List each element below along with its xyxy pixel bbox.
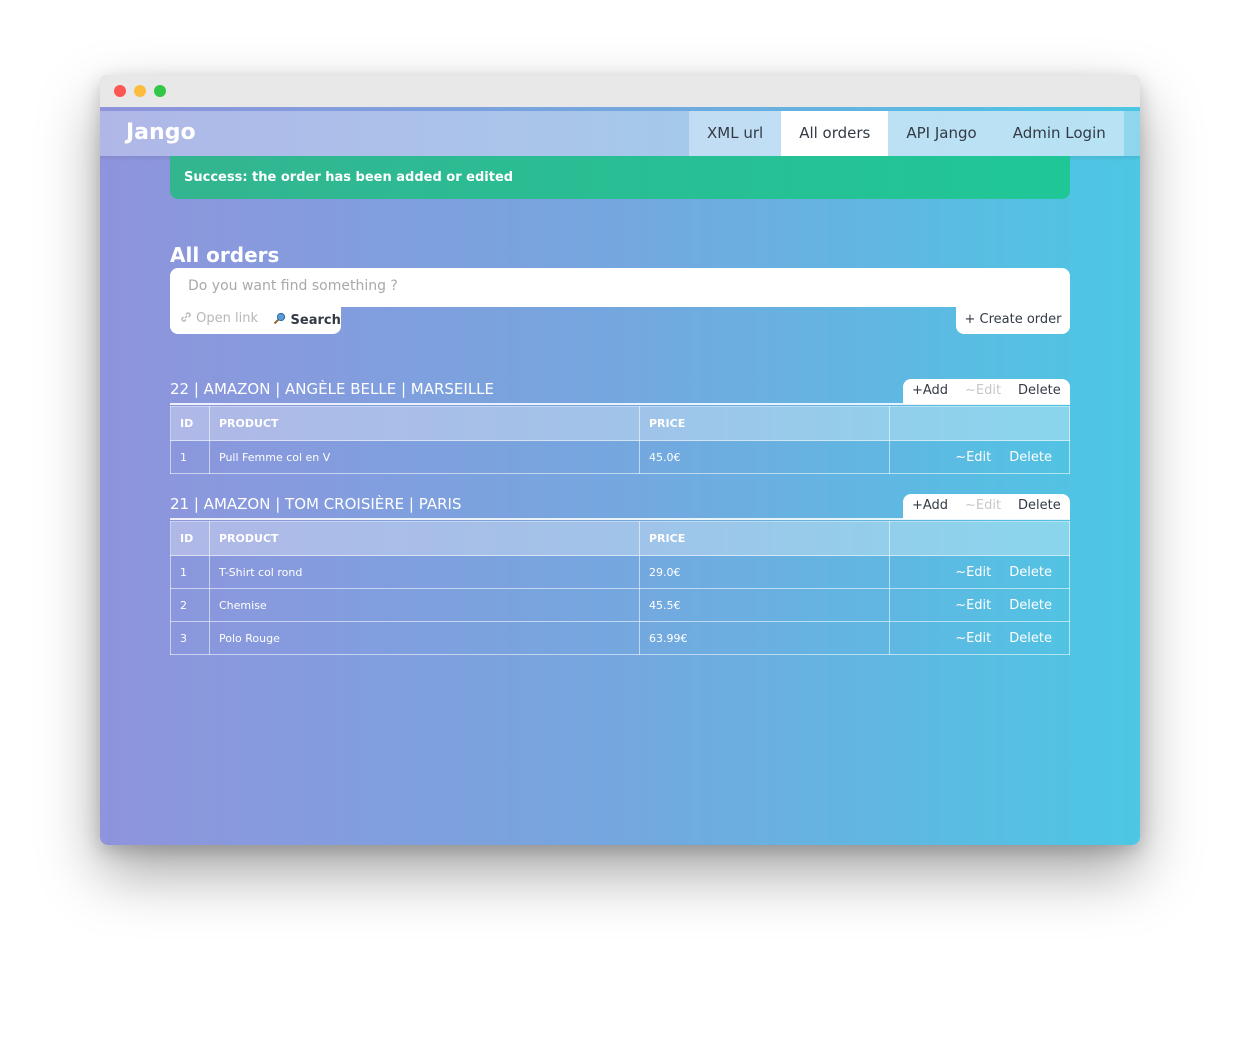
close-window-button[interactable]: [114, 85, 126, 97]
table-row: 1 T-Shirt col rond 29.0€ ~Edit Delete: [170, 555, 1070, 589]
column-header-price: PRICE: [639, 406, 890, 441]
nav-tabs: XML url All orders API Jango Admin Login: [689, 111, 1124, 156]
table-row: 2 Chemise 45.5€ ~Edit Delete: [170, 588, 1070, 622]
column-header-product: PRODUCT: [209, 406, 640, 441]
edit-item-button[interactable]: ~Edit: [955, 450, 991, 465]
browser-window: Jango XML url All orders API Jango Admin…: [100, 75, 1140, 845]
search-label: Search: [290, 313, 341, 328]
delete-item-button[interactable]: Delete: [1009, 450, 1052, 465]
delete-item-button[interactable]: Delete: [1009, 565, 1052, 580]
item-product: Chemise: [209, 588, 640, 622]
add-item-button[interactable]: +Add: [912, 383, 948, 398]
magnifier-icon: [273, 312, 286, 325]
window-titlebar: [100, 75, 1140, 107]
item-id: 1: [170, 440, 210, 474]
table-header-row: ID PRODUCT PRICE: [170, 521, 1070, 556]
search-button[interactable]: Search: [273, 312, 341, 328]
item-price: 29.0€: [639, 555, 890, 589]
brand-logo[interactable]: Jango: [126, 120, 196, 145]
item-actions: ~Edit Delete: [889, 555, 1070, 589]
table-row: 1 Pull Femme col en V 45.0€ ~Edit Delete: [170, 440, 1070, 474]
item-actions: ~Edit Delete: [889, 621, 1070, 655]
order-actions: +Add ~Edit Delete: [903, 494, 1070, 519]
order-items-table: ID PRODUCT PRICE 1 T-Shirt col rond 29.0…: [170, 521, 1070, 655]
search-box: [170, 268, 1070, 307]
item-id: 1: [170, 555, 210, 589]
create-order-button[interactable]: + Create order: [956, 307, 1070, 334]
edit-item-button[interactable]: ~Edit: [955, 598, 991, 613]
maximize-window-button[interactable]: [154, 85, 166, 97]
tab-api-jango[interactable]: API Jango: [888, 111, 995, 156]
delete-order-button[interactable]: Delete: [1018, 498, 1061, 513]
column-header-id: ID: [170, 406, 210, 441]
navbar: Jango XML url All orders API Jango Admin…: [100, 111, 1140, 156]
edit-order-button[interactable]: ~Edit: [965, 383, 1001, 398]
page-title: All orders: [170, 243, 280, 267]
column-header-actions: [889, 521, 1070, 556]
table-row: 3 Polo Rouge 63.99€ ~Edit Delete: [170, 621, 1070, 655]
search-actions: Open link Search: [170, 307, 341, 334]
edit-item-button[interactable]: ~Edit: [955, 565, 991, 580]
open-link-label: Open link: [196, 311, 258, 326]
column-header-price: PRICE: [639, 521, 890, 556]
edit-order-button[interactable]: ~Edit: [965, 498, 1001, 513]
item-actions: ~Edit Delete: [889, 588, 1070, 622]
add-item-button[interactable]: +Add: [912, 498, 948, 513]
item-id: 3: [170, 621, 210, 655]
link-icon: [181, 312, 191, 322]
column-header-actions: [889, 406, 1070, 441]
success-alert: Success: the order has been added or edi…: [170, 156, 1070, 199]
order-title: 21 | AMAZON | TOM CROISIÈRE | PARIS: [170, 495, 462, 513]
item-actions: ~Edit Delete: [889, 440, 1070, 474]
open-link-button[interactable]: Open link: [180, 311, 258, 326]
alert-message: Success: the order has been added or edi…: [184, 170, 514, 185]
delete-item-button[interactable]: Delete: [1009, 598, 1052, 613]
order-actions: +Add ~Edit Delete: [903, 379, 1070, 404]
item-id: 2: [170, 588, 210, 622]
delete-order-button[interactable]: Delete: [1018, 383, 1061, 398]
item-product: Polo Rouge: [209, 621, 640, 655]
column-header-product: PRODUCT: [209, 521, 640, 556]
item-price: 45.5€: [639, 588, 890, 622]
order-title: 22 | AMAZON | ANGÈLE BELLE | MARSEILLE: [170, 380, 495, 398]
item-price: 63.99€: [639, 621, 890, 655]
item-product: T-Shirt col rond: [209, 555, 640, 589]
tab-admin-login[interactable]: Admin Login: [994, 111, 1124, 156]
table-header-row: ID PRODUCT PRICE: [170, 406, 1070, 441]
tab-all-orders[interactable]: All orders: [781, 111, 889, 156]
minimize-window-button[interactable]: [134, 85, 146, 97]
delete-item-button[interactable]: Delete: [1009, 631, 1052, 646]
item-product: Pull Femme col en V: [209, 440, 640, 474]
item-price: 45.0€: [639, 440, 890, 474]
tab-xml-url[interactable]: XML url: [689, 111, 782, 156]
search-input[interactable]: [188, 278, 1048, 294]
edit-item-button[interactable]: ~Edit: [955, 631, 991, 646]
column-header-id: ID: [170, 521, 210, 556]
order-items-table: ID PRODUCT PRICE 1 Pull Femme col en V 4…: [170, 406, 1070, 474]
